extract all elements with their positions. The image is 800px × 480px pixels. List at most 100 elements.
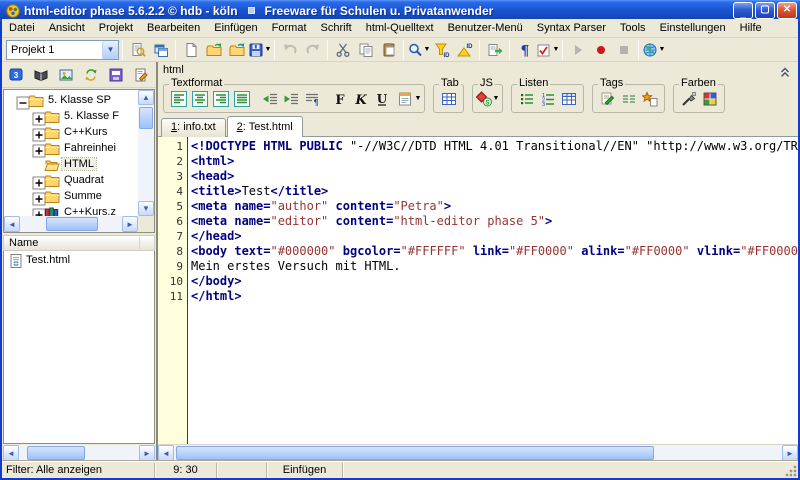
scroll-left-icon[interactable]: ◄ [4,216,20,232]
list-horizontal-scrollbar[interactable]: ◄ ► [3,445,155,461]
search-button[interactable]: ▼ [407,39,430,61]
outdent-button[interactable] [259,88,280,110]
play-macro-button[interactable] [566,39,589,61]
close-button[interactable]: ✕ [777,2,797,19]
project-view-button[interactable]: 3 [5,64,27,86]
tree-item[interactable]: HTML [4,156,138,172]
menu-hilfe[interactable]: Hilfe [733,19,769,37]
ordered-list-button[interactable]: 123 [537,88,558,110]
record-macro-button[interactable] [589,39,612,61]
edit-tag-button[interactable] [597,88,618,110]
tree-item[interactable]: Summe [4,188,138,204]
stop-macro-button[interactable] [612,39,635,61]
preview-button[interactable] [126,39,149,61]
align-justify-button[interactable] [231,88,252,110]
code-editor[interactable]: 1234567891011 <!DOCTYPE HTML PUBLIC "-//… [158,137,798,444]
scroll-right-icon[interactable]: ► [139,445,155,461]
align-left-button[interactable] [168,88,189,110]
id-search-down-button[interactable]: ID [430,39,453,61]
linebreak-button[interactable]: ¶ [301,88,322,110]
maximize-button[interactable]: ▢ [755,2,775,19]
list-item[interactable]: Test.html [4,251,154,268]
tree-item[interactable]: C++Kurs [4,124,138,140]
project-combobox[interactable]: Projekt 1 ▼ [6,40,119,60]
open-file-button[interactable] [202,39,225,61]
open-project-button[interactable] [225,39,248,61]
menu-benutzer-men[interactable]: Benutzer-Menü [441,19,530,37]
tree-item[interactable]: Fahreinhei [4,140,138,156]
code-area[interactable]: <!DOCTYPE HTML PUBLIC "-//W3C//DTD HTML … [188,137,798,444]
scroll-right-icon[interactable]: ► [122,216,138,232]
definition-list-button[interactable] [558,88,579,110]
menu-tools[interactable]: Tools [613,19,653,37]
underline-icon: U [374,91,390,107]
underline-button[interactable]: U [371,88,392,110]
documentation-button[interactable] [30,64,52,86]
align-center-button[interactable] [189,88,210,110]
menu-format[interactable]: Format [265,19,314,37]
syntax-check-button[interactable]: ▼ [536,39,559,61]
unordered-list-button[interactable] [516,88,537,110]
scroll-right-icon[interactable]: ► [782,445,798,461]
bold-button[interactable]: F [329,88,350,110]
menu-einstellungen[interactable]: Einstellungen [653,19,733,37]
menu-einf-gen[interactable]: Einfügen [207,19,264,37]
comment-tag-button[interactable] [618,88,639,110]
scroll-down-icon[interactable]: ▼ [138,201,154,216]
indent-button[interactable] [280,88,301,110]
save-button[interactable]: ▼ [248,39,271,61]
column-divider[interactable] [139,237,140,249]
javascript-button[interactable]: S▼ [477,88,498,110]
chevron-down-icon[interactable]: ▼ [102,41,118,59]
undo-button[interactable] [278,39,301,61]
toolbar-page-label[interactable]: html [163,64,184,76]
text-color-button[interactable] [678,88,699,110]
menu-html-quelltext[interactable]: html-Quelltext [359,19,441,37]
collapse-chevron-icon[interactable] [778,65,792,79]
italic-button[interactable]: K [350,88,371,110]
scrollbar-thumb[interactable] [139,107,153,129]
menu-schrift[interactable]: Schrift [314,19,359,37]
scrollbar-thumb[interactable] [46,217,98,231]
scroll-up-icon[interactable]: ▲ [138,90,154,105]
new-file-button[interactable] [179,39,202,61]
redo-button[interactable] [301,39,324,61]
menu-syntax-parser[interactable]: Syntax Parser [530,19,613,37]
editor-horizontal-scrollbar[interactable]: ◄ ► [158,444,798,461]
menu-ansicht[interactable]: Ansicht [42,19,92,37]
copy-button[interactable] [354,39,377,61]
tab-1-info-txt[interactable]: 1: info.txt [161,118,226,137]
menu-projekt[interactable]: Projekt [92,19,140,37]
edit-file-button[interactable] [130,64,152,86]
tree-vertical-scrollbar[interactable]: ▲ ▼ [138,90,154,216]
menu-bearbeiten[interactable]: Bearbeiten [140,19,207,37]
menu-datei[interactable]: Datei [2,19,42,37]
scroll-left-icon[interactable]: ◄ [3,445,19,461]
scrollbar-thumb[interactable] [176,446,654,460]
window-list-button[interactable] [149,39,172,61]
tab-2-test-html[interactable]: 2: Test.html [227,116,303,137]
id-search-up-button[interactable]: ID [453,39,476,61]
color-palette-button[interactable] [699,88,720,110]
scrollbar-thumb[interactable] [27,446,85,460]
paste-button[interactable] [377,39,400,61]
cut-button[interactable] [331,39,354,61]
refresh-button[interactable] [80,64,102,86]
resize-grip[interactable] [785,465,797,477]
tree-horizontal-scrollbar[interactable]: ◄ ► [4,216,138,232]
snippet-window-button[interactable] [105,64,127,86]
scroll-left-icon[interactable]: ◄ [158,445,174,461]
special-tag-button[interactable] [639,88,660,110]
tree-item[interactable]: 5. Klasse SP [4,92,138,108]
export-button[interactable] [483,39,506,61]
paragraph-style-button[interactable]: ▼ [399,88,420,110]
align-right-button[interactable] [210,88,231,110]
special-chars-button[interactable]: ¶ [513,39,536,61]
browser-preview-button[interactable]: ▼ [642,39,665,61]
tree-item[interactable]: Quadrat [4,172,138,188]
tree-item[interactable]: C++Kurs.z [4,204,138,216]
insert-table-button[interactable] [438,88,459,110]
minimize-button[interactable]: _ [733,2,753,19]
file-list-header[interactable]: Name [3,235,155,251]
image-browser-button[interactable] [55,64,77,86]
